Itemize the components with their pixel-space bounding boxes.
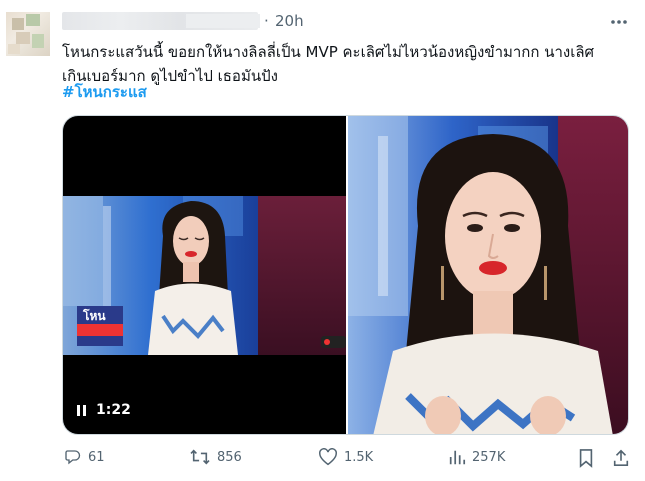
tweet-timestamp[interactable]: 20h <box>275 12 304 30</box>
hashtag-link[interactable]: #โหนกระแส <box>62 80 147 104</box>
handle-redacted <box>186 14 260 28</box>
media-image[interactable] <box>348 116 628 434</box>
video-controls: 1:22 <box>77 402 131 418</box>
views-button[interactable]: 257K <box>448 448 505 466</box>
avatar[interactable] <box>6 12 50 56</box>
video-frame: โหน <box>63 196 346 355</box>
bookmark-button[interactable] <box>577 448 595 468</box>
repost-icon <box>190 449 210 465</box>
header-separator: · <box>264 12 269 30</box>
tweet[interactable]: · 20h โหนกระแสวันนี้ ขอยกให้นางลิลลี่เป็… <box>0 0 645 481</box>
more-horizontal-icon <box>611 20 627 24</box>
repost-count: 856 <box>217 449 242 465</box>
views-chart-icon <box>449 450 466 465</box>
media-grid: โหน 1:22 <box>62 115 629 435</box>
like-button[interactable]: 1.5K <box>318 448 373 466</box>
tweet-text-line: โหนกระแสวันนี้ ขอยกให้นางลิลลี่เป็น MVP … <box>62 43 595 61</box>
video-thumbnail: โหน <box>63 196 346 355</box>
like-count: 1.5K <box>344 449 374 465</box>
svg-text:โหน: โหน <box>82 308 106 323</box>
video-elapsed-time: 1:22 <box>96 402 131 418</box>
photo-thumbnail <box>348 116 628 434</box>
reply-count: 61 <box>88 449 105 465</box>
repost-button[interactable]: 856 <box>189 448 242 466</box>
bookmark-icon <box>579 449 593 468</box>
reply-button[interactable]: 61 <box>62 448 105 466</box>
view-count: 257K <box>472 449 506 465</box>
heart-icon <box>319 448 337 466</box>
pause-icon[interactable] <box>77 404 86 416</box>
share-icon <box>613 449 629 467</box>
video-player[interactable]: โหน 1:22 <box>63 116 346 434</box>
more-options-button[interactable] <box>605 10 633 34</box>
action-bar: 61 856 1.5K 257K <box>62 448 637 476</box>
share-button[interactable] <box>612 448 630 468</box>
reply-icon <box>65 450 81 465</box>
